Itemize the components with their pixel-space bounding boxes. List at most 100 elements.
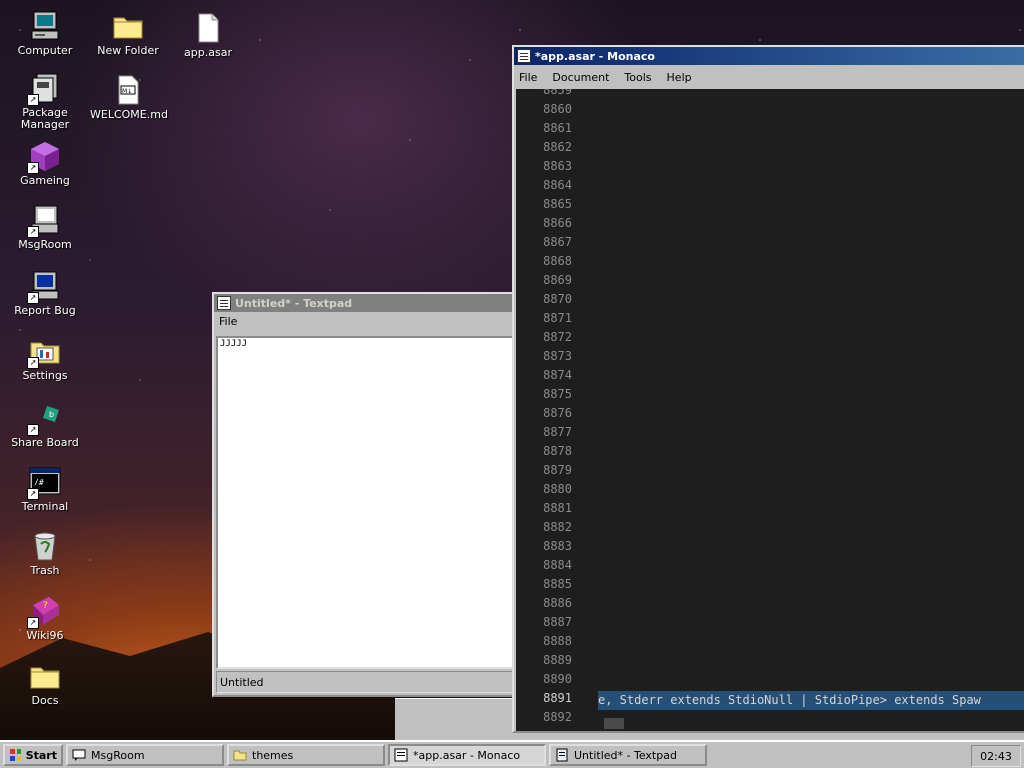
monaco-editor[interactable]: 8859 8860 8861 8862 8863 8864 8865 8866 8867 8868… — [516, 89, 1024, 731]
monaco-menu-tools[interactable]: Tools — [622, 71, 653, 84]
desktop-icon-label: Gameing — [20, 174, 70, 187]
line-number: 8877 — [543, 425, 572, 439]
svg-text:?: ? — [43, 601, 48, 611]
desktop-icon-label: Trash — [30, 564, 60, 577]
desktop-icon-terminal[interactable]: /# ↗ Terminal — [7, 466, 83, 513]
settings-folder-icon: ↗ — [27, 335, 61, 369]
shortcut-arrow-icon: ↗ — [27, 617, 39, 629]
monaco-title: *app.asar - Monaco — [535, 49, 655, 63]
desktop-icon-docs[interactable]: Docs — [7, 660, 83, 707]
line-number: 8882 — [543, 520, 572, 534]
system-clock[interactable]: 02:43 — [971, 745, 1021, 767]
desktop-icon-label: Settings — [22, 369, 68, 382]
line-number: 8868 — [543, 254, 572, 268]
desktop-icon-new-folder[interactable]: New Folder — [90, 10, 166, 57]
line-number: 8875 — [543, 387, 572, 401]
desktop-icon-trash[interactable]: Trash — [7, 530, 83, 577]
share-board-icon: b ↗ — [27, 402, 61, 436]
desktop-icon-welcome-md[interactable]: M↓ WELCOME.md — [90, 74, 168, 121]
line-number: 8871 — [543, 311, 572, 325]
textpad-content: JJJJJ — [220, 339, 248, 349]
svg-text:/#: /# — [34, 478, 44, 487]
monaco-menu-help[interactable]: Help — [665, 71, 694, 84]
msgroom-icon: ↗ — [27, 204, 61, 238]
desktop-icon-package-manager[interactable]: ↗ Package Manager — [7, 72, 83, 131]
line-number: 8878 — [543, 444, 572, 458]
line-number: 8876 — [543, 406, 572, 420]
desktop-icon-share-board[interactable]: b ↗ Share Board — [7, 402, 83, 449]
line-number: 8869 — [543, 273, 572, 287]
line-number: 8862 — [543, 140, 572, 154]
task-textpad[interactable]: Untitled* - Textpad — [549, 744, 707, 766]
desktop-icon-wiki96[interactable]: ? ↗ Wiki96 — [7, 595, 83, 642]
line-number: 8891 — [543, 691, 572, 705]
line-number: 8861 — [543, 121, 572, 135]
desktop-icon-label: Report Bug — [14, 304, 76, 317]
textpad-title: Untitled* - Textpad — [235, 296, 353, 310]
package-manager-icon: ↗ — [27, 72, 61, 106]
svg-text:b: b — [49, 410, 54, 419]
textpad-text-area[interactable]: JJJJJ — [216, 336, 518, 669]
shortcut-arrow-icon: ↗ — [27, 162, 39, 174]
monaco-menu-document[interactable]: Document — [550, 71, 611, 84]
horizontal-scrollbar-thumb[interactable] — [604, 718, 624, 729]
desktop-icon-computer[interactable]: Computer — [7, 10, 83, 57]
textpad-window: Untitled* - Textpad File JJJJJ Untitled — [212, 292, 522, 697]
line-number: 8865 — [543, 197, 572, 211]
computer-icon — [29, 10, 61, 42]
desktop-icon-app-asar[interactable]: app.asar — [170, 12, 246, 59]
line-number: 8859 — [543, 89, 572, 97]
textpad-app-icon — [217, 296, 231, 310]
trash-icon — [29, 530, 61, 562]
line-number: 8884 — [543, 558, 572, 572]
line-number: 8889 — [543, 653, 572, 667]
desktop-icon-label: WELCOME.md — [90, 108, 168, 121]
terminal-icon: /# ↗ — [27, 466, 61, 500]
desktop-icon-msgroom[interactable]: ↗ MsgRoom — [7, 204, 83, 251]
notepad-icon — [556, 748, 568, 762]
start-button[interactable]: Start — [3, 744, 63, 766]
desktop-icon-label: app.asar — [184, 46, 232, 59]
monaco-menu-file[interactable]: File — [517, 71, 539, 84]
line-number: 8883 — [543, 539, 572, 553]
folder-icon — [29, 660, 61, 692]
selected-code-line[interactable]: e, Stderr extends StdioNull | StdioPipe>… — [598, 691, 1024, 710]
line-number: 8879 — [543, 463, 572, 477]
chat-icon — [72, 749, 86, 761]
line-number: 8892 — [543, 710, 572, 724]
task-monaco[interactable]: *app.asar - Monaco — [388, 744, 546, 766]
textpad-titlebar[interactable]: Untitled* - Textpad — [214, 294, 520, 312]
desktop-icon-label: Package Manager — [20, 106, 70, 131]
line-number: 8874 — [543, 368, 572, 382]
line-number: 8873 — [543, 349, 572, 363]
cube-icon: ↗ — [27, 140, 61, 174]
line-number: 8880 — [543, 482, 572, 496]
desktop-icon-gameing[interactable]: ↗ Gameing — [7, 140, 83, 187]
monaco-titlebar[interactable]: *app.asar - Monaco — [514, 47, 1024, 65]
textpad-menu-file[interactable]: File — [217, 315, 239, 328]
line-number: 8885 — [543, 577, 572, 591]
start-label: Start — [25, 748, 57, 762]
desktop-icon-report-bug[interactable]: ↗ Report Bug — [7, 270, 83, 317]
textpad-statusbar: Untitled — [216, 671, 518, 693]
desktop-icon-settings[interactable]: ↗ Settings — [7, 335, 83, 382]
task-label: Untitled* - Textpad — [574, 748, 677, 762]
line-number: 8866 — [543, 216, 572, 230]
desktop-icon-label: Terminal — [21, 500, 69, 513]
monaco-app-icon — [517, 49, 531, 63]
line-number: 8864 — [543, 178, 572, 192]
desktop-icon-label: Docs — [31, 694, 59, 707]
taskbar: Start MsgRoom themes *app.asar - Monaco … — [0, 740, 1024, 768]
task-themes[interactable]: themes — [227, 744, 385, 766]
desktop-icon-label: Computer — [17, 44, 73, 57]
line-number: 8887 — [543, 615, 572, 629]
svg-text:M↓: M↓ — [122, 88, 132, 95]
shortcut-arrow-icon: ↗ — [27, 357, 39, 369]
desktop-icon-label: Share Board — [11, 436, 79, 449]
line-number: 8872 — [543, 330, 572, 344]
textpad-status-text: Untitled — [220, 675, 264, 689]
desktop-icon-label: New Folder — [97, 44, 159, 57]
shortcut-arrow-icon: ↗ — [27, 424, 39, 436]
task-msgroom[interactable]: MsgRoom — [66, 744, 224, 766]
windows-logo-icon — [10, 749, 21, 761]
